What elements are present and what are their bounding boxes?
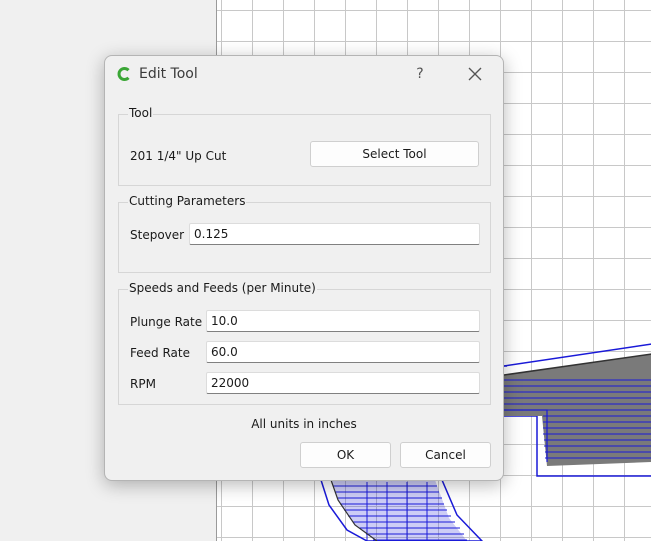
speeds-feeds-title: Speeds and Feeds (per Minute) <box>128 281 317 295</box>
close-button[interactable] <box>463 64 487 84</box>
dialog-titlebar[interactable]: Edit Tool ? <box>105 56 503 92</box>
plunge-rate-label: Plunge Rate <box>130 315 203 329</box>
stepover-input[interactable] <box>189 223 480 245</box>
help-button[interactable]: ? <box>410 64 430 84</box>
select-tool-button[interactable]: Select Tool <box>310 141 479 167</box>
cancel-button[interactable]: Cancel <box>400 442 491 468</box>
app-logo-icon <box>117 67 130 81</box>
edit-tool-dialog: Edit Tool ? Tool 201 1/4" Up Cut Select … <box>104 55 504 481</box>
dialog-title: Edit Tool <box>139 66 198 82</box>
ok-button[interactable]: OK <box>300 442 391 468</box>
speeds-feeds-group: Speeds and Feeds (per Minute) Plunge Rat… <box>118 281 491 405</box>
tool-name-label: 201 1/4" Up Cut <box>130 149 227 163</box>
feed-rate-label: Feed Rate <box>130 346 190 360</box>
units-note: All units in inches <box>251 417 357 431</box>
plunge-rate-input[interactable] <box>206 310 480 332</box>
rpm-input[interactable] <box>206 372 480 394</box>
cutting-parameters-title: Cutting Parameters <box>128 194 247 208</box>
cutting-parameters-group: Cutting Parameters Stepover <box>118 194 491 273</box>
rpm-label: RPM <box>130 377 156 391</box>
stepover-label: Stepover <box>130 228 185 242</box>
tool-group: Tool 201 1/4" Up Cut Select Tool <box>118 106 491 186</box>
tool-group-title: Tool <box>128 106 154 120</box>
close-icon <box>468 67 482 81</box>
feed-rate-input[interactable] <box>206 341 480 363</box>
